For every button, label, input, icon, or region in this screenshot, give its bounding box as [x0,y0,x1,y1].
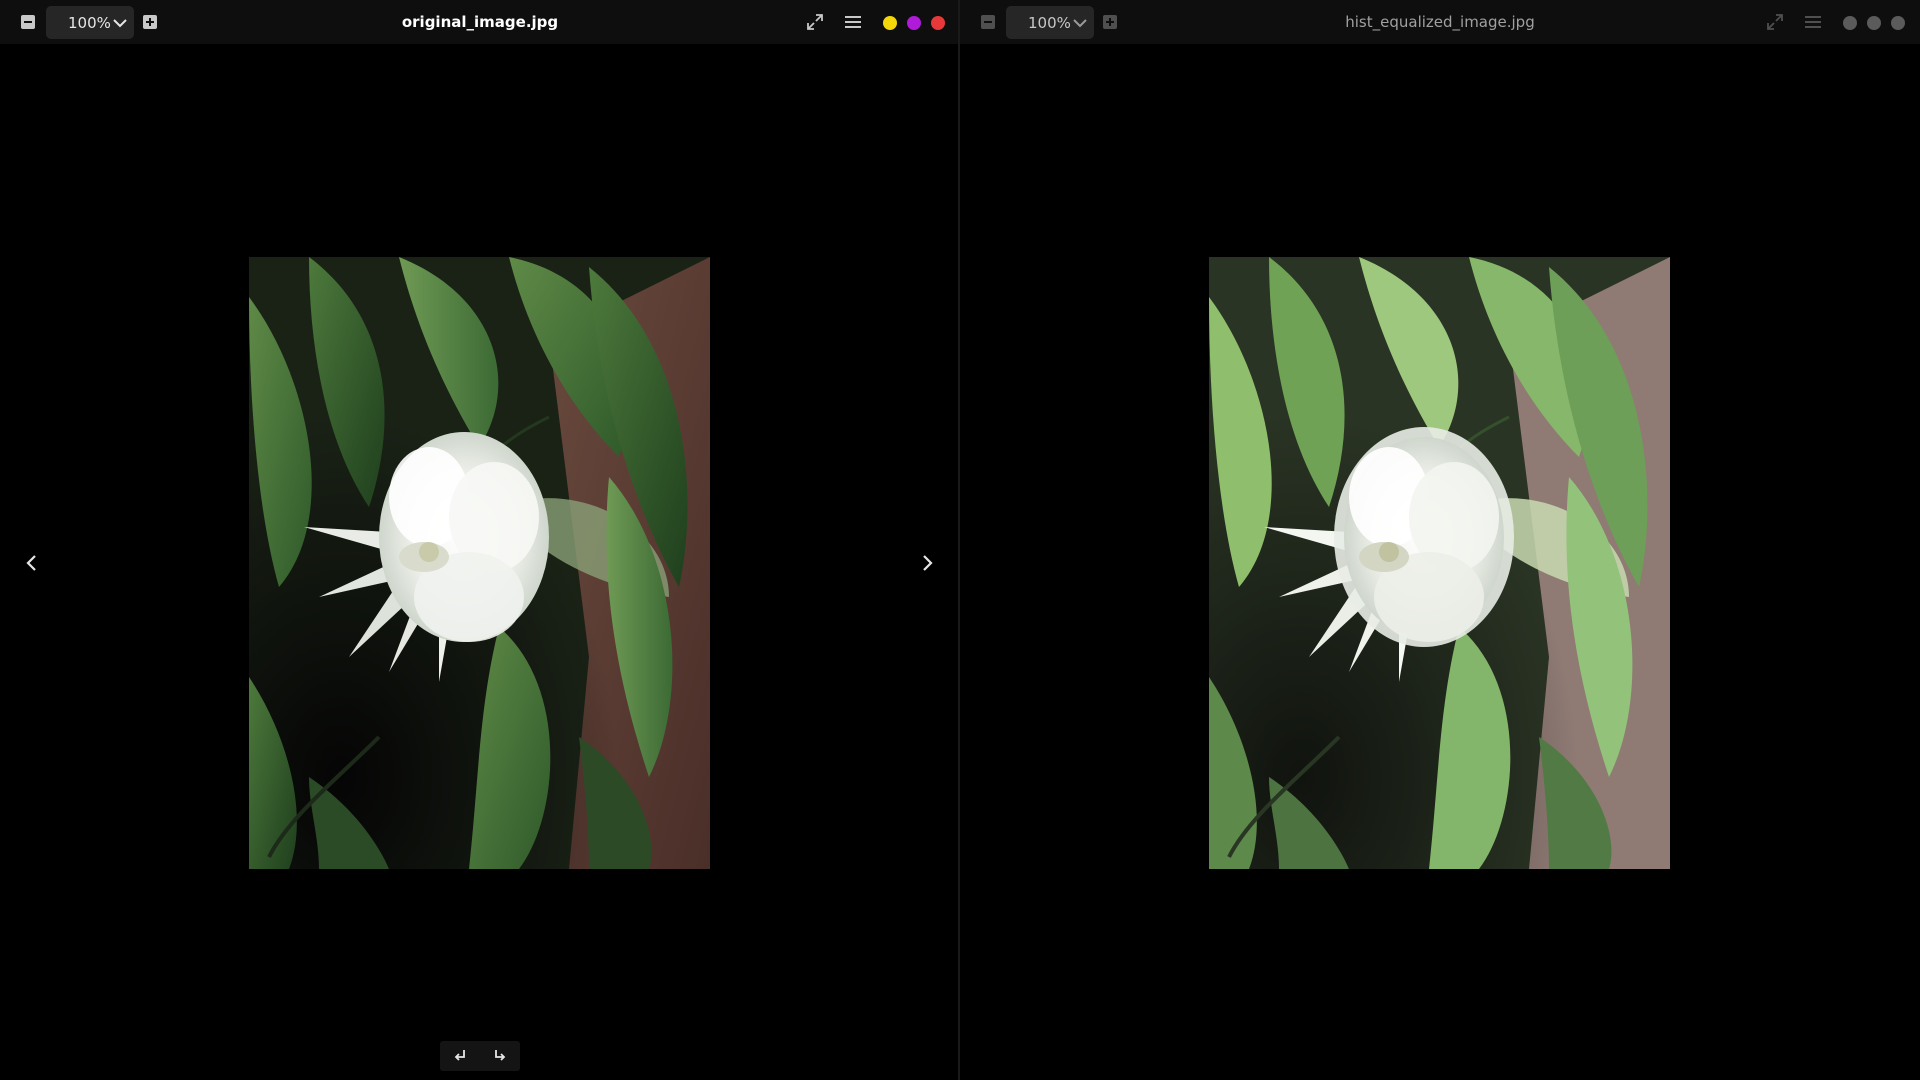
minimize-button[interactable] [883,16,897,30]
window-title: hist_equalized_image.jpg [1345,13,1535,31]
left-image-viewer-window: 100% original_image.jpg [0,0,958,1080]
left-titlebar: 100% original_image.jpg [0,0,958,44]
chevron-down-icon [113,19,127,28]
chevron-down-icon [1073,19,1087,28]
hamburger-menu-icon[interactable] [841,10,865,34]
maximize-button[interactable] [1867,16,1881,30]
minimize-button[interactable] [1843,16,1857,30]
zoom-level-value: 100% [1028,13,1071,32]
next-image-button[interactable] [910,546,944,580]
chevron-right-icon [923,555,933,571]
zoom-level-value: 100% [68,13,111,32]
rotate-toolbar [440,1041,520,1071]
rotate-ccw-icon[interactable] [448,1044,472,1068]
rotate-cw-icon[interactable] [488,1044,512,1068]
maximize-button[interactable] [907,16,921,30]
previous-image-button[interactable] [15,546,49,580]
zoom-out-icon[interactable] [976,10,1000,34]
chevron-left-icon [26,555,36,571]
zoom-in-icon[interactable] [1098,10,1122,34]
expand-arrows-icon[interactable] [1763,10,1787,34]
zoom-level-dropdown[interactable]: 100% [1006,6,1094,39]
expand-arrows-icon[interactable] [803,10,827,34]
hist-equalized-image-canvas [1209,257,1670,869]
right-image-viewer-window: 100% hist_equalized_image.jpg [960,0,1920,1080]
close-button[interactable] [931,16,945,30]
close-button[interactable] [1891,16,1905,30]
zoom-level-dropdown[interactable]: 100% [46,6,134,39]
original-image-canvas [249,257,710,869]
zoom-in-icon[interactable] [138,10,162,34]
right-titlebar: 100% hist_equalized_image.jpg [960,0,1920,44]
hamburger-menu-icon[interactable] [1801,10,1825,34]
zoom-out-icon[interactable] [16,10,40,34]
window-title: original_image.jpg [401,13,559,31]
